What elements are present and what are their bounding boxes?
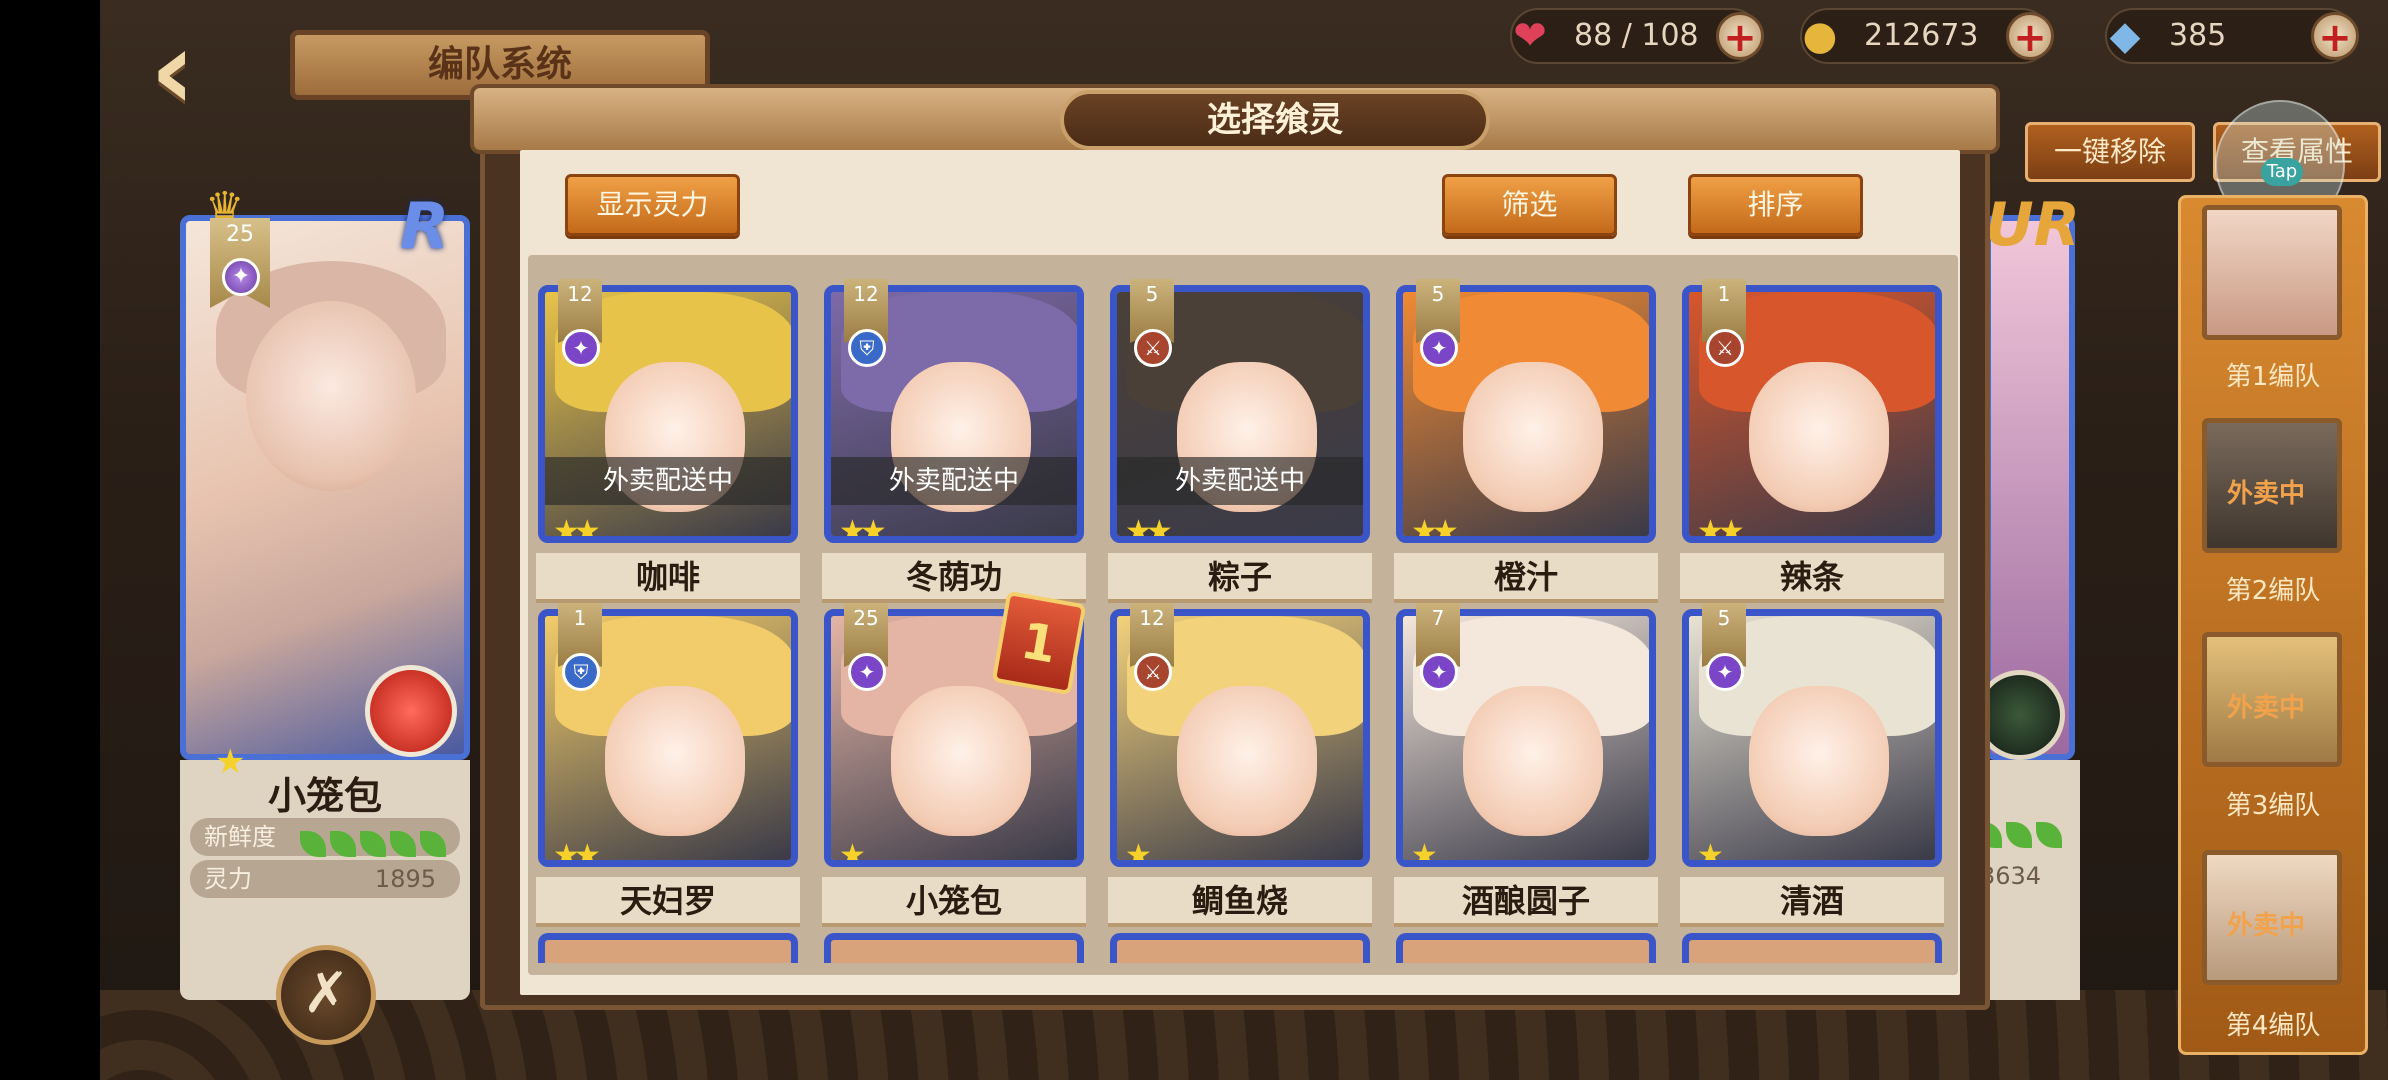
sword-element-icon: ⚔ xyxy=(1134,653,1172,691)
delivery-status: 外卖配送中 xyxy=(1117,457,1363,505)
modal-title: 选择飨灵 xyxy=(1060,90,1490,150)
star-element-icon: ✦ xyxy=(848,653,886,691)
star-rating: ★★ xyxy=(1697,514,1745,543)
character-card[interactable]: ★ 12 ⚔ 鲷鱼烧 xyxy=(1108,603,1372,927)
stamina-counter: ❤ 88 / 108 + xyxy=(1510,8,1764,64)
ur-rarity-label: UR xyxy=(1985,190,2080,260)
star-element-icon: ✦ xyxy=(1706,653,1744,691)
back-arrow-icon[interactable]: ‹ xyxy=(150,15,270,125)
team-slot-2[interactable]: 外卖中 xyxy=(2202,418,2342,553)
hero-face xyxy=(246,301,416,491)
team-slot-1[interactable] xyxy=(2202,205,2342,340)
team-label: 第3编队 xyxy=(2225,791,2321,821)
portrait-face xyxy=(1177,686,1317,836)
star-rating: ★ xyxy=(1125,838,1152,867)
star-element-icon: ✦ xyxy=(222,258,260,296)
filter-button[interactable]: 筛选 xyxy=(1442,174,1617,236)
character-card[interactable] xyxy=(538,933,798,963)
shield-element-icon: ⛨ xyxy=(848,329,886,367)
freshness-row: 新鲜度 xyxy=(190,818,460,857)
character-card[interactable]: ★★ 外卖配送中 5 ⚔ 粽子 xyxy=(1108,279,1372,603)
team-slot-4[interactable]: 外卖中 xyxy=(2202,850,2342,985)
remove-all-button[interactable]: 一键移除 xyxy=(2025,122,2195,182)
character-name: 粽子 xyxy=(1108,553,1372,603)
character-name: 冬荫功 xyxy=(822,553,1086,603)
rarity-label: R xyxy=(400,190,450,264)
star-element-icon: ✦ xyxy=(1420,329,1458,367)
star-element-icon: ✦ xyxy=(1420,653,1458,691)
character-card[interactable]: ★★ 1 ⚔ 辣条 xyxy=(1680,279,1944,603)
portrait-face xyxy=(1463,362,1603,512)
character-card[interactable]: ★★ 1 ⛨ 天妇罗 xyxy=(536,603,800,927)
sort-button[interactable]: 排序 xyxy=(1688,174,1863,236)
character-name: 清酒 xyxy=(1680,877,1944,927)
team-label: 第2编队 xyxy=(2225,576,2321,606)
team-label: 第4编队 xyxy=(2225,1011,2321,1041)
character-name: 鲷鱼烧 xyxy=(1108,877,1372,927)
coin-icon: ● xyxy=(1802,13,1838,59)
portrait-face xyxy=(1463,686,1603,836)
crystal-icon: ◆ xyxy=(2109,13,2141,59)
character-card[interactable] xyxy=(1110,933,1370,963)
character-card[interactable]: ★★ 外卖配送中 12 ✦ 咖啡 xyxy=(536,279,800,603)
character-card[interactable]: ★ 7 ✦ 酒酿圆子 xyxy=(1394,603,1658,927)
character-name: 咖啡 xyxy=(536,553,800,603)
add-crystal-button[interactable]: + xyxy=(2311,12,2359,61)
character-name: 橙汁 xyxy=(1394,553,1658,603)
power-row: 灵力 1895 xyxy=(190,860,460,898)
star-rating: ★★ xyxy=(1411,514,1459,543)
portrait-face xyxy=(605,686,745,836)
character-card[interactable]: ★★ 5 ✦ 橙汁 xyxy=(1394,279,1658,603)
character-card[interactable] xyxy=(1682,933,1942,963)
freshness-leaves xyxy=(300,824,450,862)
coin-counter: ● 212673 + xyxy=(1800,8,2054,64)
show-power-button[interactable]: 显示灵力 xyxy=(565,174,740,236)
portrait-face xyxy=(1749,362,1889,512)
character-name: 酒酿圆子 xyxy=(1394,877,1658,927)
add-coin-button[interactable]: + xyxy=(2006,12,2054,61)
delivery-status: 外卖配送中 xyxy=(831,457,1077,505)
sword-element-icon: ⚔ xyxy=(1706,329,1744,367)
character-card[interactable] xyxy=(824,933,1084,963)
star-rating: ★★ xyxy=(553,838,601,867)
star-rating: ★ xyxy=(1697,838,1724,867)
shield-element-icon: ⛨ xyxy=(562,653,600,691)
star-rating: ★★ xyxy=(1125,514,1173,543)
sword-element-icon: ⚔ xyxy=(1134,329,1172,367)
character-card[interactable]: ★ 25 ✦ 小笼包 1 xyxy=(822,590,1087,927)
team-label: 第1编队 xyxy=(2225,362,2321,392)
skill-orb-icon[interactable] xyxy=(365,665,457,757)
hero-name: 小笼包 xyxy=(267,774,382,818)
crystal-counter: ◆ 385 + xyxy=(2105,8,2359,64)
star-rating: ★★ xyxy=(553,514,601,543)
character-card[interactable] xyxy=(1396,933,1656,963)
character-name: 天妇罗 xyxy=(536,877,800,927)
star-rating: ★ xyxy=(839,838,866,867)
character-card[interactable]: ★ 5 ✦ 清酒 xyxy=(1680,603,1944,927)
team-badge-icon: 1 xyxy=(991,590,1087,696)
team-slot-3[interactable]: 外卖中 xyxy=(2202,632,2342,767)
delivery-status: 外卖配送中 xyxy=(545,457,791,505)
portrait-face xyxy=(891,686,1031,836)
portrait-face xyxy=(1749,686,1889,836)
star-rating: ★★ xyxy=(839,514,887,543)
character-name: 辣条 xyxy=(1680,553,1944,603)
add-stamina-button[interactable]: + xyxy=(1716,12,1764,61)
star-rating: ★ xyxy=(1411,838,1438,867)
star-element-icon: ✦ xyxy=(562,329,600,367)
character-name: 小笼包 xyxy=(822,877,1086,927)
heart-icon: ❤ xyxy=(1513,13,1547,59)
fork-knife-icon[interactable]: ✗ xyxy=(276,945,376,1045)
character-card[interactable]: ★★ 外卖配送中 12 ⛨ 冬荫功 xyxy=(822,279,1086,603)
